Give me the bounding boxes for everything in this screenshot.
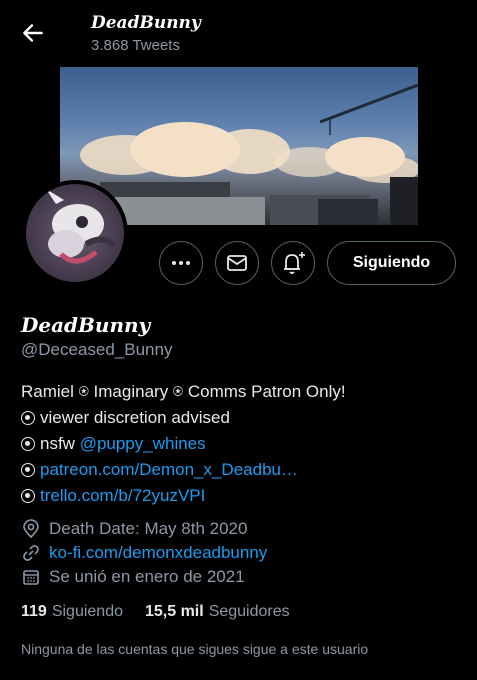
bio-line: trello.com/b/72yuzVPI [21,483,461,509]
trello-link[interactable]: trello.com/b/72yuzVPI [40,483,205,509]
circle-dot-icon [21,489,35,503]
follow-stats: 119 Siguiendo 15,5 mil Seguidores [21,603,312,621]
mention-link[interactable]: @puppy_whines [80,431,206,457]
bio-text: viewer discretion advised [40,408,230,427]
followers-stat[interactable]: 15,5 mil Seguidores [145,603,290,621]
header-tweet-count: 3.868 Tweets [91,37,180,54]
link-icon [23,545,39,561]
more-dots-icon [172,261,190,265]
bio-line: Ramiel ⍟ Imaginary ⍟ Comms Patron Only! [21,379,461,405]
patreon-link[interactable]: patreon.com/Demon_x_Deadbu… [40,457,298,483]
location-pin-icon [23,519,39,539]
profile-display-name: DeadBunny [21,313,151,337]
following-label: Siguiendo [51,603,123,620]
website-link[interactable]: ko-fi.com/demonxdeadbunny [49,541,267,565]
known-followers-text: Ninguna de las cuentas que sigues sigue … [21,641,369,657]
joined-row: Se unió en enero de 2021 [21,565,267,589]
following-button[interactable]: Siguiendo [327,241,456,285]
header-display-name: DeadBunny [91,13,201,33]
back-arrow-icon[interactable] [20,20,46,46]
circle-dot-icon [21,463,35,477]
avatar[interactable] [22,180,128,286]
top-bar: DeadBunny 3.868 Tweets [0,0,477,66]
website-row: ko-fi.com/demonxdeadbunny [21,541,267,565]
bio-line: viewer discretion advised [21,405,461,431]
notifications-button[interactable] [271,241,315,285]
joined-text: Se unió en enero de 2021 [49,567,245,586]
crane-icon [320,83,418,135]
bio-line: nsfw @puppy_whines [21,431,461,457]
profile-handle: @Deceased_Bunny [21,340,173,359]
following-stat[interactable]: 119 Siguiendo [21,603,123,621]
profile-bio: Ramiel ⍟ Imaginary ⍟ Comms Patron Only! … [21,379,461,509]
followers-count: 15,5 mil [144,603,204,620]
message-button[interactable] [215,241,259,285]
bio-text: Ramiel ⍟ Imaginary ⍟ Comms Patron Only! [21,382,346,401]
circle-dot-icon [21,411,35,425]
avatar-image [26,184,124,282]
followers-label: Seguidores [208,603,290,620]
circle-dot-icon [21,437,35,451]
bell-plus-icon [284,252,305,274]
location-row: Death Date: May 8th 2020 [21,517,267,541]
bio-text: nsfw [40,434,80,453]
bio-line: patreon.com/Demon_x_Deadbu… [21,457,461,483]
envelope-icon [227,255,247,271]
following-count: 119 [21,603,47,620]
profile-meta: Death Date: May 8th 2020 ko-fi.com/demon… [21,517,267,589]
location-text: Death Date: May 8th 2020 [49,519,248,538]
more-options-button[interactable] [159,241,203,285]
calendar-icon [23,570,39,585]
